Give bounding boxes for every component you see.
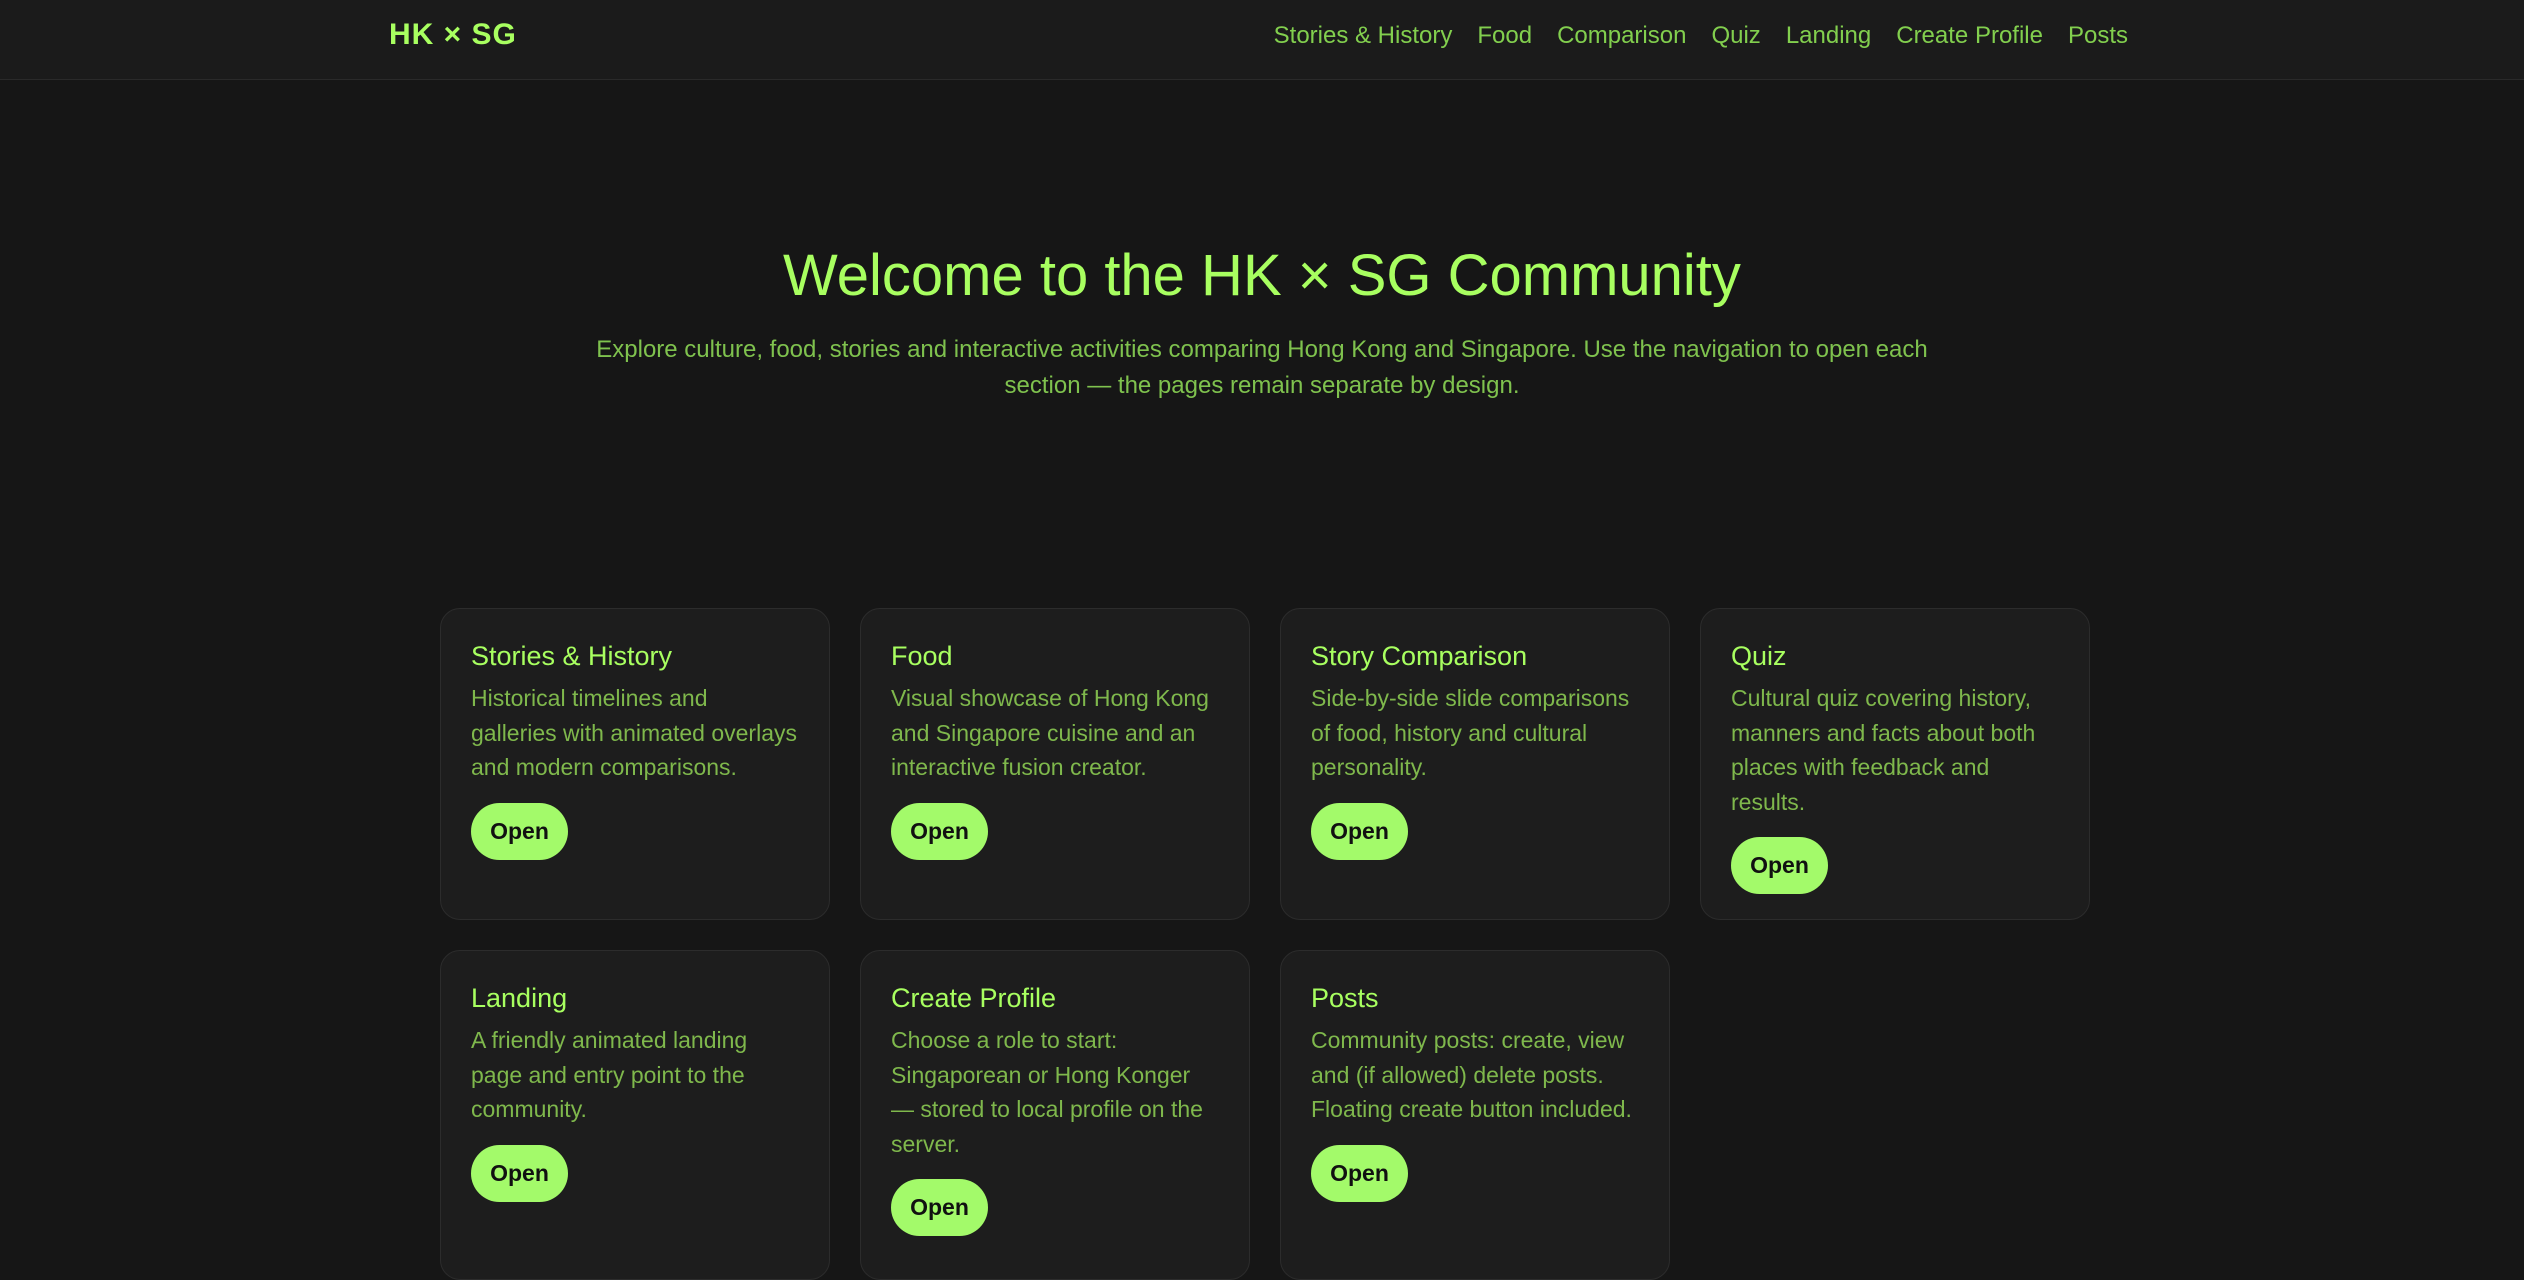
nav-links: Stories & History Food Comparison Quiz L…	[1274, 22, 2128, 50]
nav-link-create-profile[interactable]: Create Profile	[1896, 22, 2043, 50]
card-food: Food Visual showcase of Hong Kong and Si…	[860, 608, 1250, 920]
section-cards-grid: Stories & History Historical timelines a…	[440, 608, 2090, 1280]
card-description: A friendly animated landing page and ent…	[471, 1027, 748, 1122]
card-create-profile: Create Profile Choose a role to start: S…	[860, 950, 1250, 1280]
open-food-button[interactable]: Open	[891, 802, 988, 860]
hero-subtitle: Explore culture, food, stories and inter…	[596, 336, 1928, 399]
open-posts-button[interactable]: Open	[1311, 1144, 1408, 1202]
card-stories-history: Stories & History Historical timelines a…	[440, 608, 830, 920]
top-navbar: HK × SG Stories & History Food Compariso…	[0, 0, 2524, 80]
card-quiz: Quiz Cultural quiz covering history, man…	[1700, 608, 2090, 920]
open-quiz-button[interactable]: Open	[1731, 837, 1828, 894]
card-description: Visual showcase of Hong Kong and Singapo…	[891, 685, 1209, 780]
card-title: Story Comparison	[1311, 641, 1528, 671]
card-description: Historical timelines and galleries with …	[471, 685, 797, 780]
card-description: Choose a role to start: Singaporean or H…	[891, 1027, 1203, 1157]
nav-link-comparison[interactable]: Comparison	[1557, 22, 1686, 50]
nav-link-quiz[interactable]: Quiz	[1711, 22, 1760, 50]
nav-link-food[interactable]: Food	[1477, 22, 1532, 50]
hero-section: Welcome to the HK × SG Community Explore…	[0, 238, 2524, 404]
card-title: Food	[891, 641, 953, 671]
page-title: Welcome to the HK × SG Community	[783, 243, 1741, 308]
nav-link-stories-history[interactable]: Stories & History	[1274, 22, 1453, 50]
card-title: Create Profile	[891, 983, 1057, 1013]
brand-logo[interactable]: HK × SG	[389, 18, 517, 52]
card-title: Posts	[1311, 983, 1379, 1013]
nav-link-posts[interactable]: Posts	[2068, 22, 2128, 50]
card-description: Community posts: create, view and (if al…	[1311, 1027, 1632, 1122]
card-title: Quiz	[1731, 641, 1787, 671]
open-landing-button[interactable]: Open	[471, 1144, 568, 1202]
card-description: Cultural quiz covering history, manners …	[1731, 685, 2036, 815]
card-posts: Posts Community posts: create, view and …	[1280, 950, 1670, 1280]
open-stories-history-button[interactable]: Open	[471, 802, 568, 860]
nav-link-landing[interactable]: Landing	[1786, 22, 1871, 50]
card-description: Side-by-side slide comparisons of food, …	[1311, 685, 1630, 780]
card-title: Landing	[471, 983, 568, 1013]
open-story-comparison-button[interactable]: Open	[1311, 802, 1408, 860]
open-create-profile-button[interactable]: Open	[891, 1179, 988, 1236]
card-story-comparison: Story Comparison Side-by-side slide comp…	[1280, 608, 1670, 920]
card-landing: Landing A friendly animated landing page…	[440, 950, 830, 1280]
card-title: Stories & History	[471, 641, 673, 671]
